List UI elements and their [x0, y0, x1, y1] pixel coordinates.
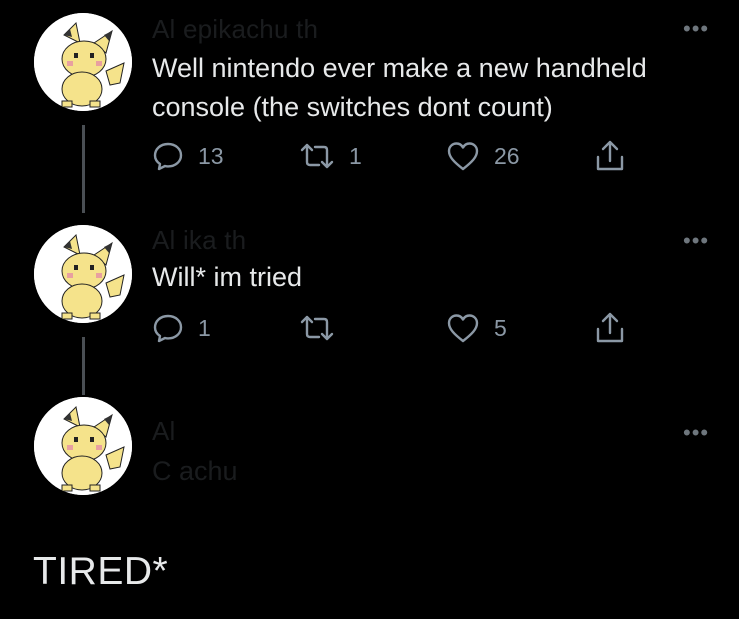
tweet-text-line: Will* im tried	[152, 262, 303, 292]
tweet-author[interactable]: Al	[152, 416, 176, 447]
pikachu-avatar-icon	[34, 13, 132, 111]
retweet-icon	[300, 143, 334, 169]
reply-count: 1	[198, 314, 211, 341]
tweet[interactable]: Al ••• C achu	[0, 380, 739, 510]
retweet-button[interactable]: 1	[299, 139, 362, 173]
tweet-author[interactable]: Al epikachu th	[152, 14, 318, 45]
tweet-text-line: console (the switches dont count)	[152, 92, 553, 122]
like-count: 26	[494, 142, 520, 169]
heart-icon	[447, 314, 479, 343]
share-button[interactable]	[594, 311, 626, 345]
like-button[interactable]: 5	[446, 311, 507, 345]
tweet-text-line: Well nintendo ever make a new handheld	[152, 53, 647, 83]
heart-icon	[447, 142, 479, 171]
tweet[interactable]: Al ika th ••• Will* im tried 1 5	[0, 200, 739, 380]
reply-icon	[153, 142, 183, 171]
reply-button[interactable]: 1	[152, 311, 211, 345]
like-count: 5	[494, 314, 507, 341]
retweet-icon	[300, 315, 334, 341]
avatar[interactable]	[34, 13, 132, 111]
reply-count: 13	[198, 142, 224, 169]
tweet-text: Will* im tried	[152, 258, 302, 297]
share-icon	[596, 140, 624, 171]
share-button[interactable]	[594, 139, 626, 173]
more-icon[interactable]: •••	[683, 422, 709, 444]
avatar[interactable]	[34, 397, 132, 495]
share-icon	[596, 312, 624, 343]
tweet-text: Well nintendo ever make a new handheld c…	[152, 49, 647, 127]
pikachu-avatar-icon	[34, 397, 132, 495]
tweet-actions: 13 1 26	[152, 139, 642, 173]
tweet[interactable]: Al epikachu th ••• Well nintendo ever ma…	[0, 0, 739, 200]
retweet-count: 1	[349, 142, 362, 169]
tweet-author[interactable]: Al ika th	[152, 225, 246, 256]
avatar[interactable]	[34, 225, 132, 323]
like-button[interactable]: 26	[446, 139, 520, 173]
pikachu-avatar-icon	[34, 225, 132, 323]
reply-icon	[153, 314, 183, 343]
tweet-handle: C achu	[152, 456, 238, 486]
caption-text: TIRED*	[33, 550, 169, 593]
retweet-button[interactable]	[299, 311, 349, 345]
more-icon[interactable]: •••	[683, 18, 709, 40]
more-icon[interactable]: •••	[683, 230, 709, 252]
reply-button[interactable]: 13	[152, 139, 224, 173]
tweet-actions: 1 5	[152, 311, 642, 345]
